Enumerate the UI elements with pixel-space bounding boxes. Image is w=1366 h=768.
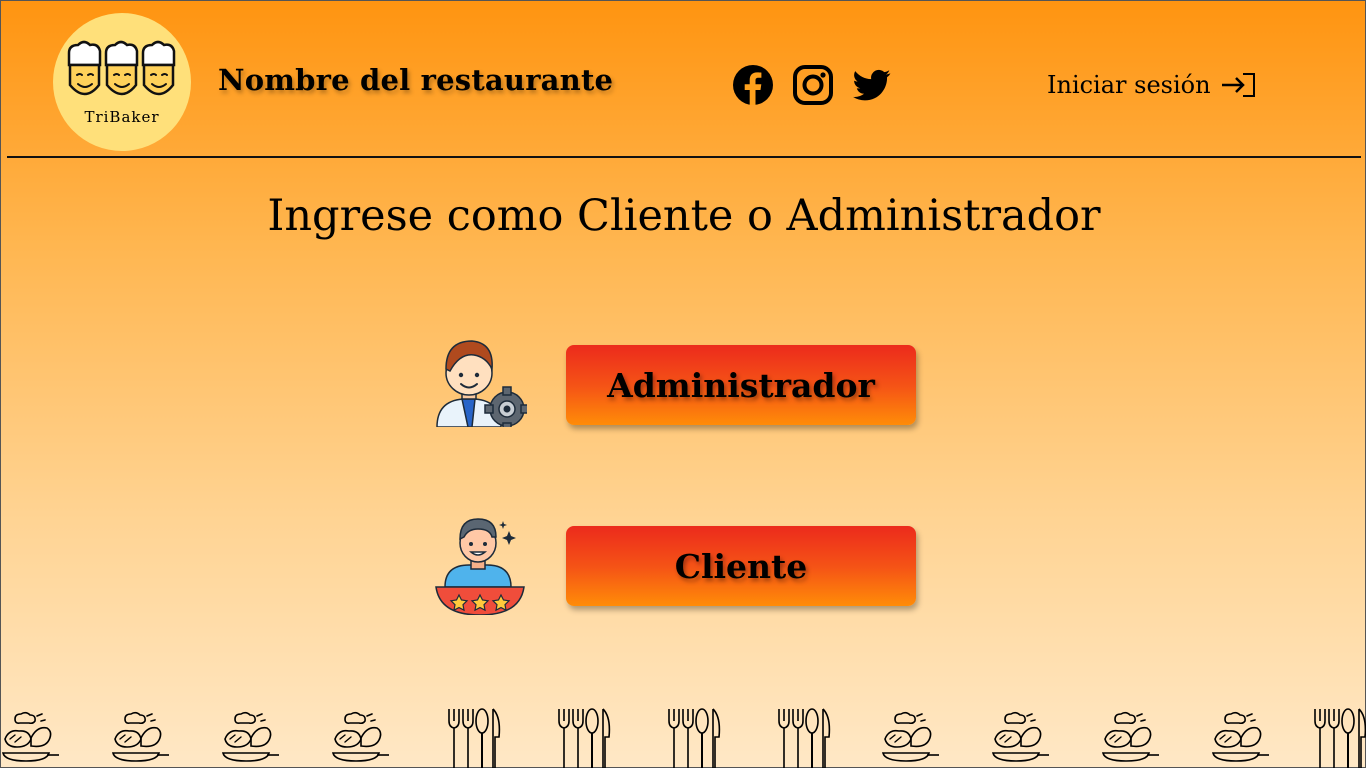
facebook-link[interactable]	[733, 65, 773, 105]
client-avatar-icon	[435, 518, 525, 615]
client-button[interactable]: Cliente	[566, 526, 916, 606]
logo-text: TriBaker	[84, 108, 160, 126]
cutlery-icon	[778, 708, 831, 768]
cutlery-icon	[558, 708, 611, 768]
cutlery-icon	[668, 708, 721, 768]
header-divider	[7, 156, 1361, 158]
twitter-icon	[853, 69, 891, 101]
chef-faces-logo-icon	[67, 40, 176, 96]
chef-dish-icon	[882, 711, 940, 762]
login-label: Iniciar sesión	[1047, 71, 1211, 99]
facebook-icon	[733, 65, 773, 105]
admin-button[interactable]: Administrador	[566, 345, 916, 425]
chef-dish-icon	[1102, 711, 1160, 762]
twitter-link[interactable]	[853, 65, 893, 105]
page-heading: Ingrese como Cliente o Administrador	[267, 191, 1101, 241]
header: TriBaker Nombre del restaurante Iniciar …	[1, 1, 1366, 157]
login-arrow-icon	[1221, 73, 1255, 97]
cutlery-icon	[448, 708, 501, 768]
instagram-link[interactable]	[793, 65, 833, 105]
restaurant-name: Nombre del restaurante	[218, 63, 614, 97]
login-link[interactable]: Iniciar sesión	[1047, 71, 1257, 99]
chef-dish-icon	[2, 711, 60, 762]
tribaker-logo[interactable]: TriBaker	[53, 13, 191, 151]
chef-dish-icon	[112, 711, 170, 762]
footer-decoration	[1, 707, 1366, 768]
cutlery-icon	[1314, 708, 1366, 768]
chef-dish-icon	[332, 711, 390, 762]
chef-dish-icon	[992, 711, 1050, 762]
chef-dish-icon	[222, 711, 280, 762]
admin-avatar-icon	[436, 340, 527, 427]
instagram-icon	[793, 65, 833, 105]
chef-dish-icon	[1212, 711, 1270, 762]
